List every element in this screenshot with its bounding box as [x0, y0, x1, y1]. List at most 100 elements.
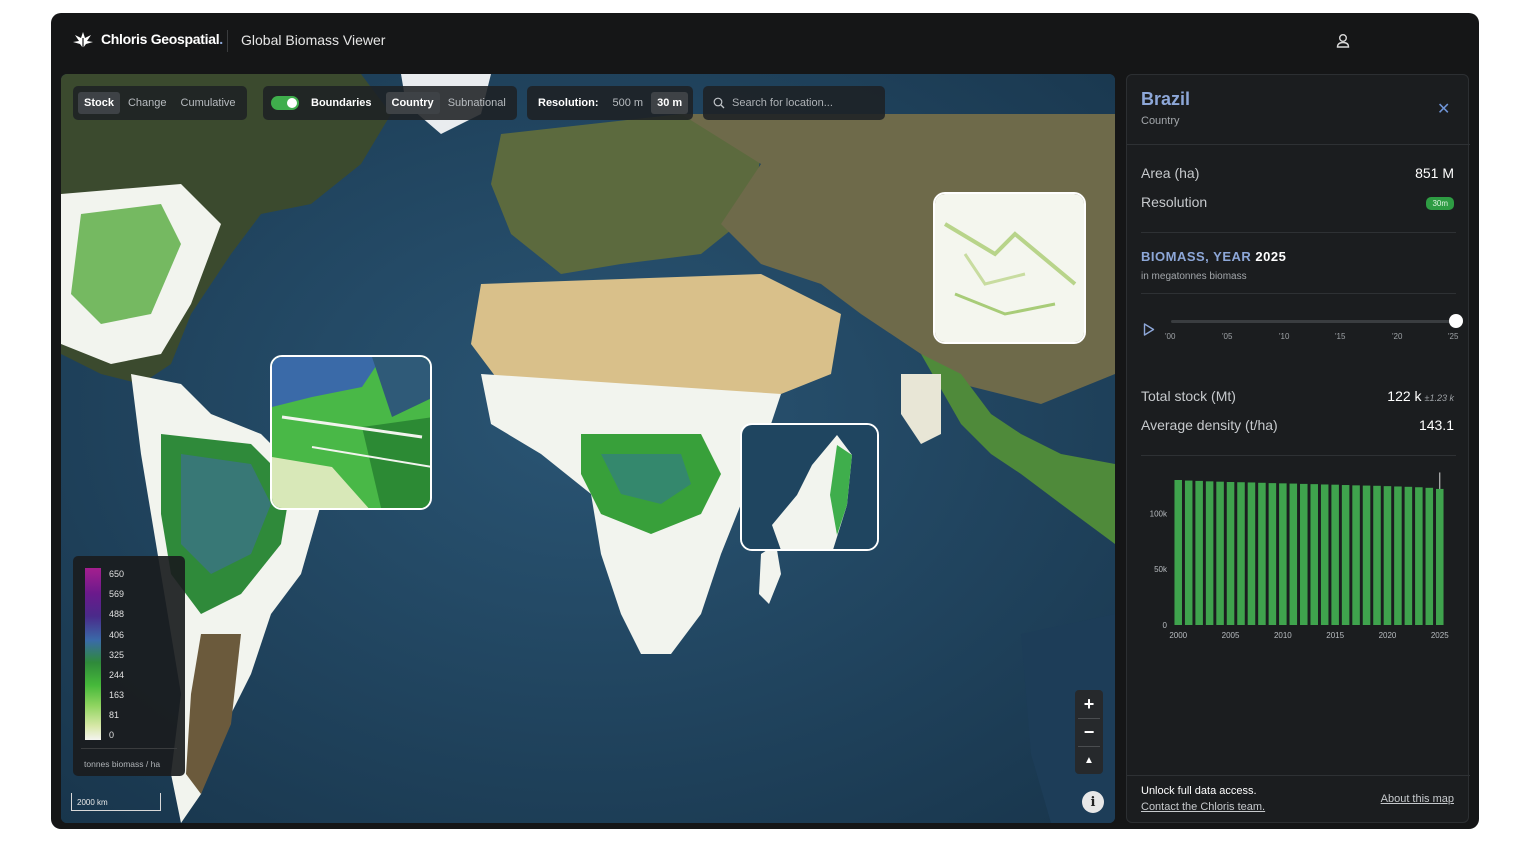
- resolution-row-label: Resolution: [1141, 194, 1208, 210]
- chart-bar: [1436, 488, 1444, 625]
- x-tick-label: 2015: [1326, 631, 1344, 640]
- chart-bar: [1268, 483, 1277, 625]
- panel-divider: [1141, 455, 1456, 456]
- search-input[interactable]: [732, 97, 872, 109]
- chart-bar: [1331, 484, 1339, 625]
- boundary-country[interactable]: Country: [385, 92, 440, 114]
- resolution-30m[interactable]: 30 m: [651, 92, 689, 114]
- chart-bar: [1352, 485, 1360, 625]
- chart-bar: [1174, 480, 1182, 625]
- total-stock-number: 122 k: [1387, 388, 1422, 404]
- legend-tick: 0: [109, 730, 115, 740]
- panel-divider: [1127, 144, 1470, 145]
- boundary-subnational[interactable]: Subnational: [442, 92, 512, 114]
- inset-madagascar: [740, 423, 879, 551]
- play-icon[interactable]: [1143, 323, 1155, 336]
- search-box[interactable]: [703, 86, 885, 120]
- user-icon[interactable]: [1333, 31, 1353, 51]
- map-legend: 650 569 488 406 325 244 163 81 0 tonnes …: [73, 556, 185, 776]
- avg-density-label: Average density (t/ha): [1141, 417, 1278, 433]
- chart-bar: [1195, 480, 1203, 625]
- chart-bar: [1184, 480, 1193, 625]
- inset-asia: [933, 192, 1086, 344]
- panel-title: Brazil: [1141, 89, 1191, 109]
- resolution-label: Resolution:: [538, 97, 599, 109]
- chart-bar: [1226, 482, 1235, 625]
- chart-bar: [1341, 485, 1350, 625]
- panel-divider: [1141, 232, 1456, 233]
- search-icon: [713, 97, 725, 109]
- tab-change[interactable]: Change: [122, 92, 173, 114]
- chart-bar: [1237, 482, 1245, 625]
- mode-tabs: Stock Change Cumulative: [73, 86, 247, 120]
- x-tick-label: 2025: [1431, 631, 1449, 640]
- info-button[interactable]: i: [1082, 791, 1104, 813]
- legend-tick: 163: [109, 690, 125, 700]
- legend-tick: 81: [109, 710, 120, 720]
- section-year: 2025: [1255, 249, 1287, 264]
- section-subtitle: in megatonnes biomass: [1141, 271, 1247, 282]
- resolution-badge: 30m: [1426, 197, 1454, 210]
- header-divider: [227, 30, 228, 52]
- chart-bar: [1362, 485, 1371, 625]
- timeline-label: '05: [1222, 332, 1233, 341]
- brand-suffix: .: [219, 31, 223, 47]
- timeline-label: '10: [1279, 332, 1290, 341]
- brand-logo[interactable]: Chloris Geospatial.: [71, 29, 223, 49]
- resolution-500m[interactable]: 500 m: [607, 92, 650, 114]
- inset-asia-image: [935, 194, 1084, 342]
- timeline-label: '25: [1448, 332, 1459, 341]
- chart-bar: [1415, 487, 1423, 625]
- legend-tick: 406: [109, 630, 125, 640]
- scale-bar: 2000 km: [71, 793, 161, 811]
- compass-button[interactable]: ▲: [1075, 746, 1103, 774]
- timeline-thumb[interactable]: [1449, 314, 1463, 328]
- y-tick-label: 100k: [1150, 509, 1168, 518]
- chart-bar: [1289, 483, 1298, 625]
- legend-tick: 650: [109, 569, 125, 579]
- biomass-bar-chart: 0 50k 100k 2000 2005 2010 2015 2020 2025: [1150, 472, 1449, 640]
- panel-footer-divider: [1127, 775, 1470, 776]
- resolution-controls: Resolution: 500 m 30 m: [527, 86, 694, 120]
- legend-unit: tonnes biomass / ha: [84, 759, 161, 769]
- legend-tick: 488: [109, 609, 125, 619]
- panel-divider: [1141, 293, 1456, 294]
- details-panel: Brazil Country ✕ Area (ha) 851 M Resolut…: [1126, 74, 1470, 823]
- legend-tick: 325: [109, 650, 125, 660]
- inset-madagascar-image: [742, 425, 877, 549]
- x-tick-label: 2000: [1169, 631, 1187, 640]
- boundaries-label: Boundaries: [311, 97, 372, 109]
- top-bar: Chloris Geospatial. Global Biomass Viewe…: [51, 13, 1479, 69]
- boundaries-toggle[interactable]: [271, 96, 299, 110]
- tab-cumulative[interactable]: Cumulative: [175, 92, 242, 114]
- section-title-text: BIOMASS, YEAR: [1141, 249, 1252, 264]
- timeline-label: '20: [1392, 332, 1403, 341]
- chart-bar: [1216, 481, 1224, 625]
- chart-bar: [1404, 486, 1413, 625]
- total-stock-value: 122 k ±1.23 k: [1387, 388, 1454, 404]
- y-tick-label: 50k: [1154, 565, 1168, 574]
- map-view[interactable]: Stock Change Cumulative Boundaries Count…: [61, 74, 1115, 823]
- x-tick-label: 2010: [1274, 631, 1292, 640]
- chart-bar: [1247, 482, 1256, 625]
- contact-link[interactable]: Contact the Chloris team.: [1141, 801, 1265, 813]
- tab-stock[interactable]: Stock: [78, 92, 120, 114]
- leaf-logo-icon: [73, 32, 93, 48]
- timeline-slider[interactable]: [1171, 320, 1457, 323]
- chart-bar: [1205, 481, 1214, 625]
- area-label: Area (ha): [1141, 165, 1200, 181]
- chart-bar: [1300, 483, 1308, 625]
- chart-bar: [1258, 482, 1266, 625]
- zoom-in-button[interactable]: +: [1075, 690, 1103, 718]
- chart-bar: [1373, 485, 1381, 625]
- chart-bar: [1310, 484, 1318, 625]
- chart-bar: [1394, 486, 1402, 625]
- chart-bar: [1383, 486, 1392, 625]
- chart-bar: [1320, 484, 1329, 625]
- about-link[interactable]: About this map: [1381, 793, 1454, 805]
- x-tick-label: 2005: [1222, 631, 1240, 640]
- close-icon[interactable]: ✕: [1437, 99, 1450, 119]
- x-tick-label: 2020: [1379, 631, 1397, 640]
- world-map[interactable]: [61, 74, 1115, 823]
- zoom-out-button[interactable]: −: [1075, 718, 1103, 746]
